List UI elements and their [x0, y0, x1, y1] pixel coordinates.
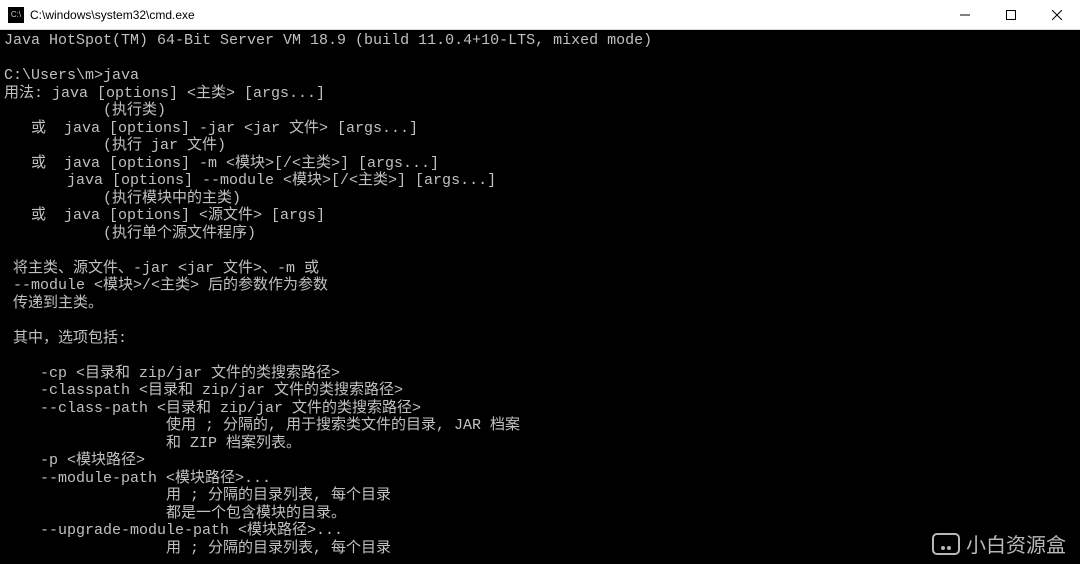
minimize-icon	[960, 10, 970, 20]
close-icon	[1052, 10, 1062, 20]
cmd-icon: C:\	[8, 7, 24, 23]
maximize-button[interactable]	[988, 0, 1034, 29]
titlebar: C:\ C:\windows\system32\cmd.exe	[0, 0, 1080, 30]
wechat-icon	[932, 533, 960, 555]
minimize-button[interactable]	[942, 0, 988, 29]
watermark: 小白资源盒	[932, 529, 1066, 558]
watermark-text: 小白资源盒	[966, 529, 1066, 558]
maximize-icon	[1006, 10, 1016, 20]
window-title: C:\windows\system32\cmd.exe	[30, 8, 942, 22]
close-button[interactable]	[1034, 0, 1080, 29]
window-controls	[942, 0, 1080, 29]
terminal-output[interactable]: Java HotSpot(TM) 64-Bit Server VM 18.9 (…	[0, 30, 1080, 559]
